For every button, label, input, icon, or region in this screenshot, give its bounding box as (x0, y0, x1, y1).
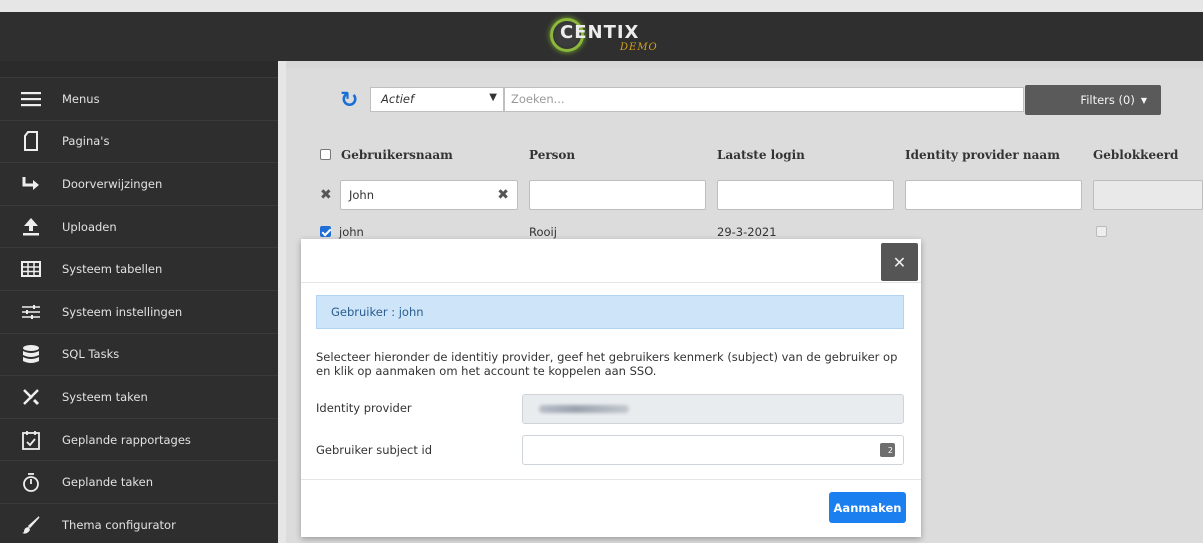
modal-footer: Aanmaken (301, 479, 921, 537)
sidebar-item-system-tasks[interactable]: Systeem taken (0, 375, 278, 418)
last-login-filter-input[interactable] (717, 180, 894, 210)
search-input[interactable]: Zoeken... (504, 87, 1024, 112)
keyboard-icon[interactable]: 2 (880, 443, 895, 457)
sidebar-item-label: SQL Tasks (62, 347, 120, 362)
blocked-filter-input[interactable] (1093, 180, 1203, 210)
sidebar-item-pages[interactable]: Pagina's (0, 119, 278, 163)
sidebar-item-label: Uploaden (62, 219, 117, 234)
filters-label: Filters (0) (1080, 93, 1135, 107)
tools-icon (0, 387, 62, 407)
logo-text: CENTIX (560, 22, 640, 43)
clear-filter-icon[interactable]: ✖ (497, 187, 509, 203)
sidebar-item-label: Systeem instellingen (62, 304, 183, 319)
sidebar-item-sql-tasks[interactable]: SQL Tasks (0, 332, 278, 376)
stopwatch-icon (0, 472, 62, 493)
cell-username: john (339, 225, 364, 239)
sidebar-item-label: Geplande taken (62, 475, 154, 490)
table-icon (0, 261, 62, 278)
status-select-value: Actief (381, 92, 415, 106)
sidebar-item-label: Systeem tabellen (62, 262, 163, 277)
modal-description: Selecteer hieronder de identitiy provide… (316, 350, 898, 378)
cell-last-login: 29-3-2021 (717, 225, 777, 239)
calendar-check-icon (0, 430, 62, 450)
identity-provider-label: Identity provider (316, 401, 412, 415)
column-header-last-login[interactable]: Laatste login (717, 148, 805, 162)
subject-id-label: Gebruiker subject id (316, 443, 433, 457)
page-icon (0, 131, 62, 152)
sidebar-item-label: Menus (62, 91, 100, 106)
column-header-blocked[interactable]: Geblokkeerd (1093, 148, 1178, 162)
search-placeholder: Zoeken... (511, 92, 565, 106)
close-icon: ✕ (892, 252, 907, 272)
sidebar-item-upload[interactable]: Uploaden (0, 204, 278, 248)
blocked-checkbox[interactable] (1096, 225, 1107, 239)
sidebar-item-redirects[interactable]: Doorverwijzingen (0, 162, 278, 205)
filters-button[interactable]: Filters (0) ▼ (1025, 85, 1161, 115)
create-button[interactable]: Aanmaken (829, 492, 906, 523)
sidebar-item-system-settings[interactable]: Systeem instellingen (0, 289, 278, 333)
username-filter-value: John (349, 188, 375, 202)
row-select-checkbox[interactable] (320, 225, 331, 239)
cell-person: Rooij (529, 225, 557, 239)
centix-logo[interactable]: CENTIX DEMO (550, 18, 680, 56)
upload-icon (0, 217, 62, 237)
column-header-idp-name[interactable]: Identity provider naam (905, 148, 1060, 162)
sidebar-item-label: Pagina's (62, 134, 110, 149)
sidebar-item-scheduled-reports[interactable]: Geplande rapportages (0, 417, 278, 461)
sidebar-item-system-tables[interactable]: Systeem tabellen (0, 247, 278, 290)
database-icon (0, 344, 62, 364)
sliders-icon (0, 304, 62, 320)
status-select[interactable]: Actief ▼ (370, 87, 504, 112)
table-header: Gebruikersnaam Person Laatste login Iden… (312, 136, 1203, 174)
sidebar: Menus Pagina's Doorverwijzingen Uploaden… (0, 61, 278, 543)
caret-down-icon: ▼ (1140, 95, 1147, 105)
toolbar: ↻ Actief ▼ Zoeken... Filters (0) ▼ (286, 68, 1203, 130)
sidebar-item-label: Geplande rapportages (62, 432, 191, 447)
column-header-person[interactable]: Person (529, 148, 575, 162)
chevron-down-icon: ▼ (489, 92, 497, 103)
top-bar: CENTIX DEMO (0, 12, 1203, 61)
refresh-icon[interactable]: ↻ (340, 88, 358, 113)
logo-subtitle: DEMO (620, 42, 658, 53)
hamburger-icon (0, 91, 62, 107)
sidebar-item-theme-configurator[interactable]: Thema configurator (0, 502, 278, 543)
person-filter-input[interactable] (529, 180, 706, 210)
app-root: CENTIX DEMO Menus Pagina's Doorverwijzin… (0, 0, 1203, 543)
subject-id-input[interactable]: 2 (522, 435, 904, 465)
close-button[interactable]: ✕ (881, 243, 918, 281)
idp-name-filter-input[interactable] (905, 180, 1082, 210)
sidebar-item-label: Systeem taken (62, 389, 148, 404)
identity-provider-field (522, 394, 904, 424)
filter-row: ✖ John ✖ (312, 180, 1203, 212)
column-header-username[interactable]: Gebruikersnaam (341, 148, 453, 162)
username-filter-input[interactable]: John ✖ (340, 180, 518, 210)
modal-header: ✕ (301, 239, 921, 283)
brush-icon (0, 515, 62, 535)
redirect-arrow-icon (0, 175, 62, 193)
sidebar-top-stripe (0, 61, 278, 77)
sso-link-modal: ✕ Gebruiker : john Selecteer hieronder d… (301, 239, 921, 537)
clear-all-filters-icon[interactable]: ✖ (320, 187, 332, 203)
select-all-checkbox[interactable] (320, 148, 331, 162)
sidebar-item-scheduled-tasks[interactable]: Geplande taken (0, 460, 278, 503)
sidebar-item-label: Thema configurator (62, 517, 176, 532)
user-info-bar: Gebruiker : john (316, 295, 904, 329)
sidebar-item-menus[interactable]: Menus (0, 77, 278, 120)
redacted-value (539, 405, 629, 413)
sidebar-item-label: Doorverwijzingen (62, 176, 163, 191)
